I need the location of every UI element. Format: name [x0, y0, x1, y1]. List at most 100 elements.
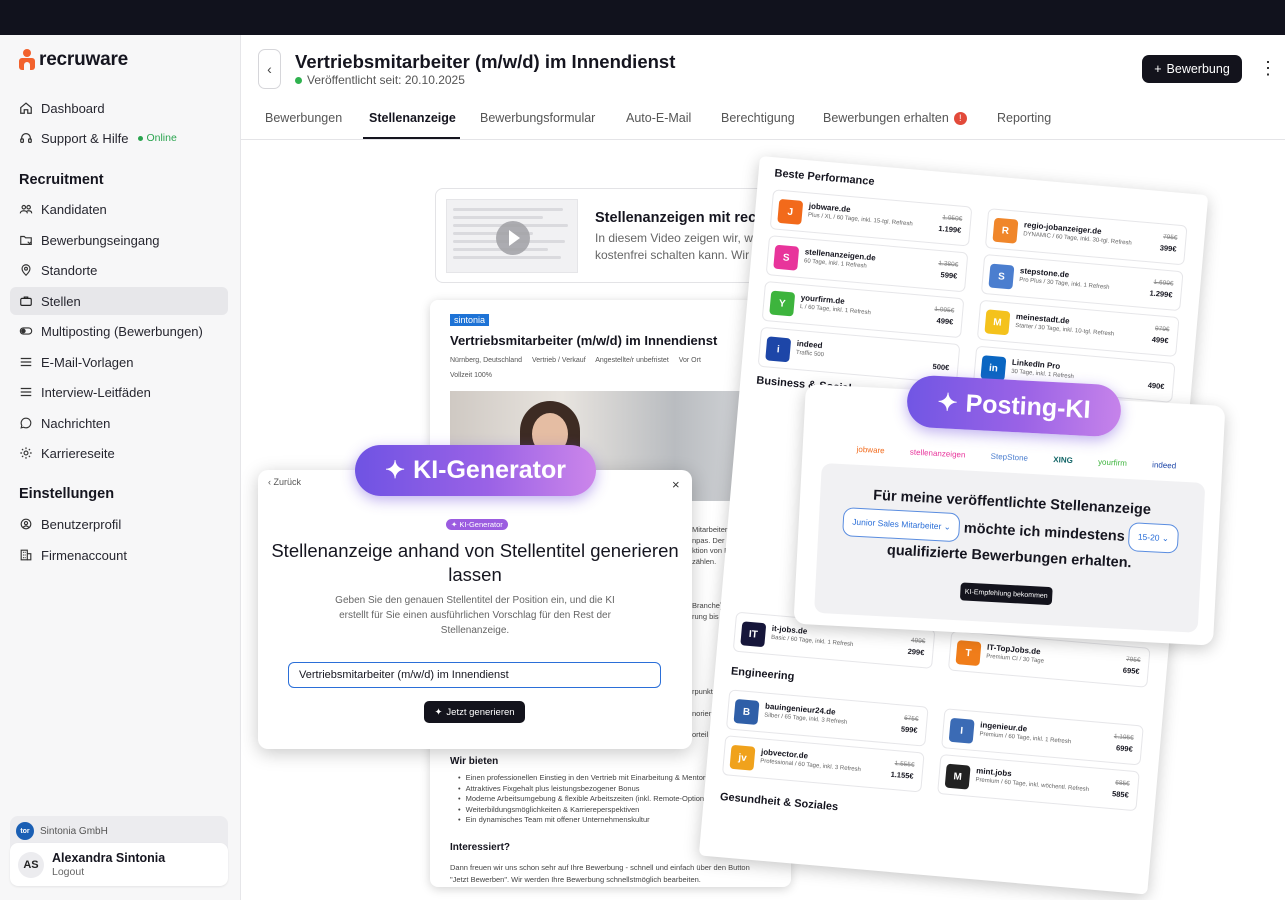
company-selector[interactable]: tor Sintonia GmbH — [16, 822, 108, 840]
sidebar-item-label: Karriereseite — [41, 445, 115, 461]
dialog-heading: Stellenanzeige anhand von Stellentitel g… — [271, 540, 679, 585]
tab-berechtigung[interactable]: Berechtigung — [721, 111, 795, 125]
sidebar-item-label: Multiposting (Bewerbungen) — [41, 323, 203, 339]
ingenieur-logo-icon: I — [948, 717, 975, 744]
ki-generator-dialog: ‹ Zurück × ✦ KI-Generator Stellenanzeige… — [258, 470, 692, 749]
users-icon — [19, 202, 33, 216]
meinestadt-logo-icon: M — [984, 309, 1011, 336]
tab-bewerbungen-erhalten[interactable]: Bewerbungen erhalten! — [823, 111, 967, 125]
worktime-meta: Vollzeit 100% — [450, 372, 493, 379]
sidebar-item-label: Stellen — [41, 293, 81, 309]
briefcase-icon — [19, 294, 33, 308]
more-options-icon[interactable]: ⋮ — [1258, 58, 1278, 78]
home-icon — [19, 101, 33, 115]
tab-reporting[interactable]: Reporting — [997, 111, 1051, 125]
section-title-recruitment: Recruitment — [19, 172, 104, 188]
user-name: Alexandra Sintonia — [52, 851, 166, 865]
sidebar-item-stellen[interactable]: Stellen — [10, 287, 228, 315]
sidebar-item-email-vorlagen[interactable]: E-Mail-Vorlagen — [10, 348, 228, 376]
tab-stellenanzeige[interactable]: Stellenanzeige — [369, 111, 456, 125]
ittopjobs-logo-icon: T — [955, 640, 982, 667]
user-gear-icon — [19, 517, 33, 531]
sidebar-item-label: E-Mail-Vorlagen — [41, 354, 134, 370]
list-item: Ein dynamisches Team mit offener Unterne… — [458, 815, 715, 826]
job-meta: Nürnberg, Deutschland Vertrieb / Verkauf… — [450, 353, 770, 383]
sidebar-item-multiposting[interactable]: Multiposting (Bewerbungen) — [10, 317, 228, 345]
role-select[interactable]: Junior Sales Mitarbeiter ⌄ — [842, 507, 961, 543]
chevron-left-icon: ‹ — [268, 477, 271, 487]
list-item: Moderne Arbeitsumgebung & flexible Arbei… — [458, 794, 715, 805]
sidebar-item-label: Benutzerprofil — [41, 516, 122, 532]
section-heading: Beste Performance — [774, 167, 875, 189]
bauingenieur-logo-icon: B — [733, 698, 760, 725]
sidebar-item-nachrichten[interactable]: Nachrichten — [10, 409, 228, 437]
jobware-logo-icon: J — [777, 198, 804, 225]
gear-icon — [19, 446, 33, 460]
video-thumbnail[interactable] — [446, 199, 578, 273]
sidebar-item-support[interactable]: Support & Hilfe Online — [10, 124, 228, 152]
yourfirm-logo-icon: Y — [769, 290, 796, 317]
inbox-folder-icon — [19, 233, 33, 247]
sidebar-item-label: Standorte — [41, 262, 98, 278]
brand-name: recruware — [39, 49, 129, 70]
dialog-description: Geben Sie den genauen Stellentitel der P… — [335, 595, 615, 636]
sidebar-item-label: Nachrichten — [41, 415, 111, 431]
jobvector-logo-icon: jv — [729, 744, 756, 771]
linkedin-logo-icon: in — [980, 355, 1007, 382]
location-pin-icon — [19, 263, 33, 277]
itjobs-logo-icon: IT — [740, 621, 767, 648]
sidebar-item-label: Interview-Leitfäden — [41, 384, 151, 400]
back-link[interactable]: ‹ Zurück — [268, 477, 301, 487]
section-title-einstellungen: Einstellungen — [19, 486, 115, 502]
ki-recommendation-button[interactable]: KI-Empfehlung bekommen — [959, 582, 1053, 606]
brand[interactable]: recruware — [19, 49, 128, 71]
list-item: Attraktives Fixgehalt plus leistungsbezo… — [458, 784, 715, 795]
sidebar-item-label: Firmenaccount — [41, 547, 127, 563]
headset-icon — [19, 131, 33, 145]
close-icon[interactable]: × — [672, 477, 680, 492]
section-heading: Engineering — [730, 665, 795, 683]
stepstone-logo-icon: S — [988, 263, 1015, 290]
generate-button[interactable]: ✦ Jetzt generieren — [424, 701, 525, 723]
sidebar-item-bewerbungseingang[interactable]: Bewerbungseingang — [10, 226, 228, 254]
sidebar-item-label: Kandidaten — [41, 201, 107, 217]
posting-ki-form: Für meine veröffentlichte Stellenanzeige… — [814, 462, 1206, 633]
regio-logo-icon: R — [992, 217, 1019, 244]
company-logo: sintonia — [450, 314, 490, 326]
job-title: Vertriebsmitarbeiter (m/w/d) im Innendie… — [450, 333, 718, 348]
sidebar-item-standorte[interactable]: Standorte — [10, 256, 228, 284]
benefits-list: Einen professionellen Einstieg in den Ve… — [458, 773, 716, 826]
interest-heading: Interessiert? — [450, 842, 511, 853]
user-card[interactable]: AS Alexandra Sintonia Logout — [10, 843, 228, 886]
sidebar: recruware Dashboard Support & Hilfe Onli… — [0, 35, 241, 900]
window-top-bar — [0, 0, 1285, 35]
toggle-icon — [19, 324, 33, 338]
tab-bewerbungsformular[interactable]: Bewerbungsformular — [480, 111, 595, 125]
play-icon[interactable] — [496, 221, 530, 255]
alert-badge: ! — [953, 111, 967, 125]
account-switcher[interactable]: tor Sintonia GmbH AS Alexandra Sintonia … — [10, 816, 228, 886]
recruware-logo-icon — [19, 49, 35, 71]
building-icon — [19, 548, 33, 562]
job-title-input[interactable] — [288, 662, 661, 688]
logout-link[interactable]: Logout — [52, 866, 165, 878]
page-title: Vertriebsmitarbeiter (m/w/d) im Innendie… — [295, 51, 676, 72]
tab-bewerbungen[interactable]: Bewerbungen — [265, 111, 342, 125]
count-select[interactable]: 15-20 ⌄ — [1128, 522, 1179, 554]
sidebar-item-benutzerprofil[interactable]: Benutzerprofil — [10, 510, 228, 538]
tab-auto-email[interactable]: Auto-E-Mail — [626, 111, 691, 125]
benefits-heading: Wir bieten — [450, 756, 499, 767]
sidebar-item-interview-leitfaeden[interactable]: Interview-Leitfäden — [10, 378, 228, 406]
interest-text: Dann freuen wir uns schon sehr auf Ihre … — [450, 863, 750, 884]
back-button[interactable]: ‹ — [258, 49, 281, 89]
list-icon — [19, 385, 33, 399]
sidebar-item-karriereseite[interactable]: Karriereseite — [10, 439, 228, 467]
chat-icon — [19, 416, 33, 430]
online-status-badge: Online — [138, 132, 177, 144]
posting-ki-badge: ✦ Posting-KI — [905, 374, 1123, 438]
workplace-meta: Vor Ort — [678, 357, 701, 364]
sidebar-item-dashboard[interactable]: Dashboard — [10, 94, 228, 122]
sidebar-item-firmenaccount[interactable]: Firmenaccount — [10, 541, 228, 569]
sidebar-item-kandidaten[interactable]: Kandidaten — [10, 195, 228, 223]
add-bewerbung-button[interactable]: + Bewerbung — [1142, 55, 1242, 83]
